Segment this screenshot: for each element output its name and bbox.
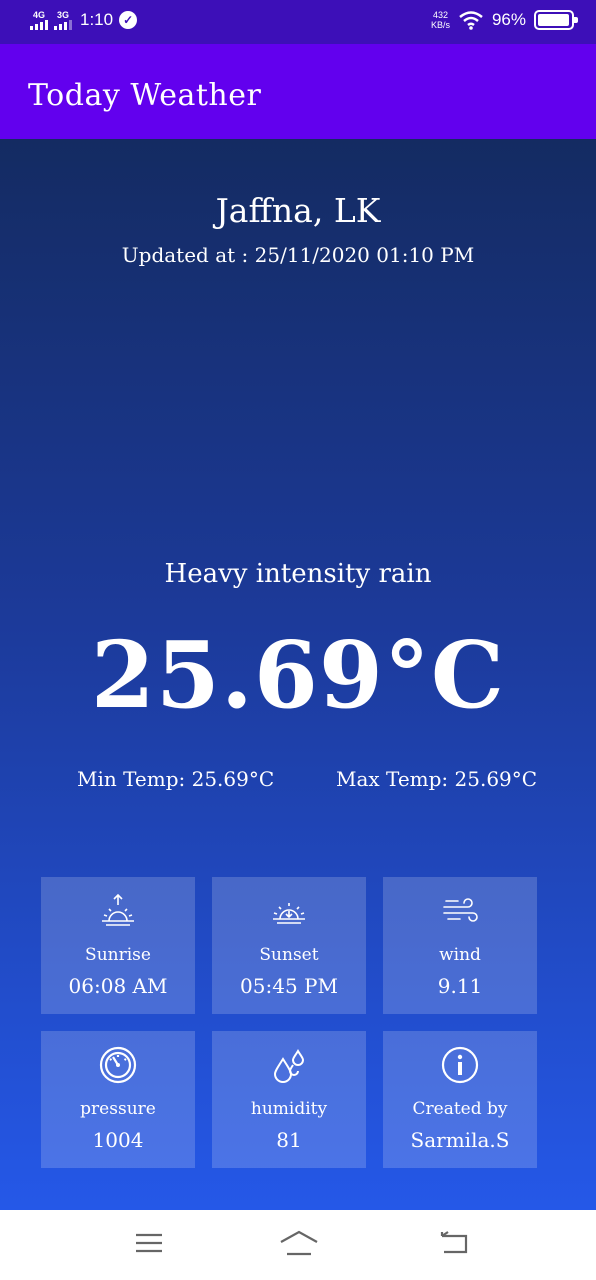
sunrise-icon (102, 893, 134, 926)
created-by-label: Created by (412, 1099, 508, 1119)
signal-3g: 3G (54, 9, 72, 30)
wind-icon (443, 898, 478, 922)
status-left: 4G 3G 1:10 ✓ (30, 9, 138, 30)
temperature: 25.69°C (90, 621, 506, 729)
sunrise-label: Sunrise (85, 945, 151, 965)
info-icon (441, 1046, 479, 1084)
battery-tip (574, 17, 578, 23)
max-temp: Max Temp: 25.69°C (336, 767, 538, 791)
wind-label: wind (439, 945, 481, 965)
battery-percent: 96% (491, 10, 526, 29)
min-temp: Min Temp: 25.69°C (77, 767, 275, 791)
network-speed: 432 KB/s (431, 10, 450, 30)
location-name: Jaffna, LK (215, 191, 381, 230)
status-right: 432 KB/s 96% (431, 10, 578, 30)
app-title: Today Weather (28, 78, 262, 113)
network-label-4g: 4G (32, 9, 45, 20)
home-icon[interactable] (279, 1228, 319, 1258)
network-label-3g: 3G (56, 9, 69, 20)
network-speed-value: 432 (432, 10, 448, 20)
battery-level (538, 14, 569, 26)
app-bar: Today Weather (0, 44, 596, 139)
sunrise-value: 06:08 AM (68, 974, 168, 998)
pressure-value: 1004 (92, 1128, 144, 1152)
created-by-value: Sarmila.S (410, 1128, 510, 1152)
humidity-drops-icon (273, 1049, 305, 1083)
menu-icon[interactable] (134, 1228, 164, 1258)
status-time: 1:10 (80, 10, 114, 29)
weather-main: Jaffna, LK Updated at : 25/11/2020 01:10… (0, 139, 596, 1210)
signal-4g: 4G (30, 9, 48, 30)
humidity-value: 81 (276, 1128, 302, 1152)
wifi-icon (459, 11, 483, 30)
pressure-gauge-icon (99, 1046, 137, 1084)
back-icon[interactable] (438, 1228, 470, 1258)
humidity-card: humidity 81 (212, 1031, 366, 1168)
check-circle-icon: ✓ (119, 11, 138, 29)
network-speed-unit: KB/s (430, 20, 450, 30)
sunset-value: 05:45 PM (240, 974, 338, 998)
sunset-label: Sunset (259, 945, 319, 965)
updated-at: Updated at : 25/11/2020 01:10 PM (121, 243, 475, 267)
created-by-card: Created by Sarmila.S (383, 1031, 537, 1168)
sunset-card: Sunset 05:45 PM (212, 877, 366, 1014)
signal-bars-icon (30, 19, 48, 30)
wind-value: 9.11 (437, 974, 483, 998)
signal-bars-icon (54, 19, 72, 30)
weather-status: Heavy intensity rain (164, 559, 432, 589)
status-bar: 4G 3G 1:10 ✓ 432 KB/s 96% (0, 0, 596, 44)
sunrise-card: Sunrise 06:08 AM (41, 877, 195, 1014)
system-nav-bar (0, 1210, 596, 1280)
sunset-icon (273, 903, 305, 924)
pressure-label: pressure (80, 1099, 156, 1119)
battery-icon (534, 10, 578, 30)
pressure-card: pressure 1004 (41, 1031, 195, 1168)
humidity-label: humidity (250, 1099, 328, 1119)
wind-card: wind 9.11 (383, 877, 537, 1014)
